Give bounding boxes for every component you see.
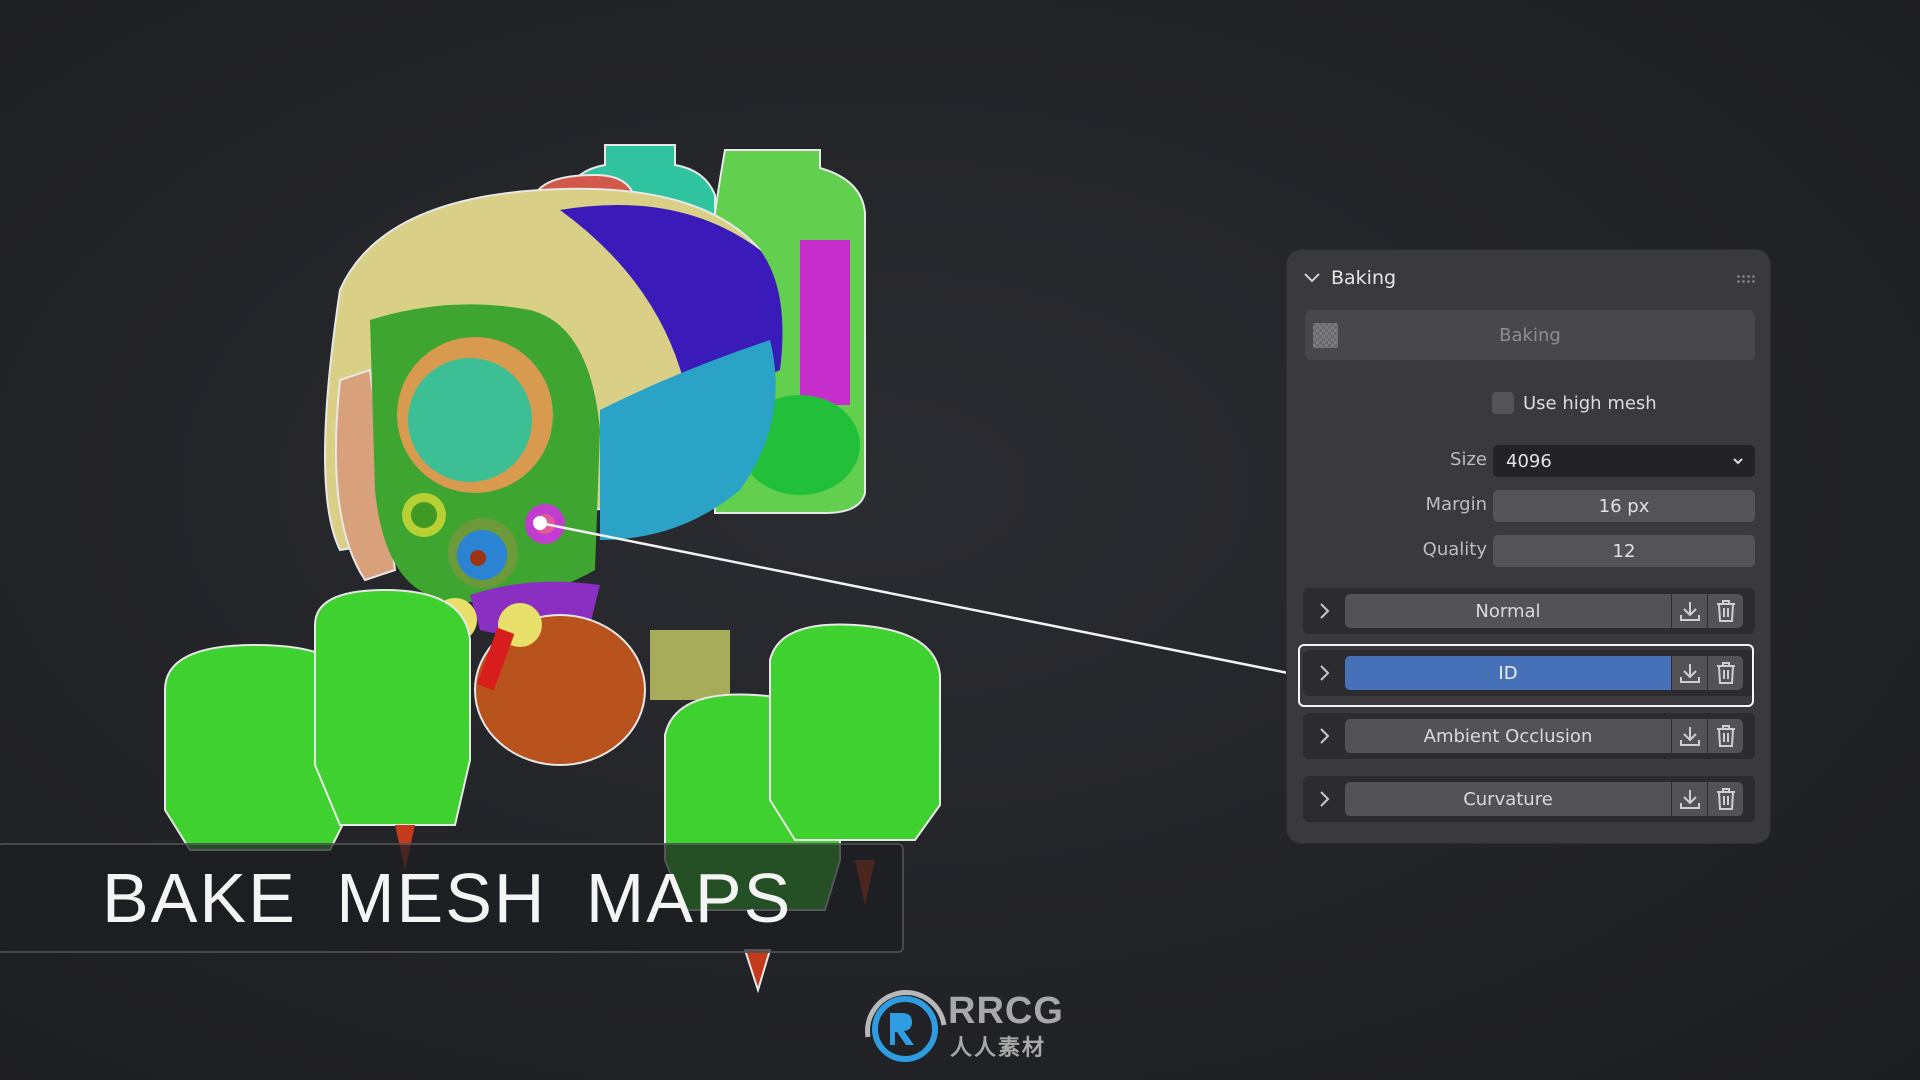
leg-back-right	[769, 623, 941, 841]
map-name-button[interactable]: Ambient Occlusion	[1345, 719, 1671, 753]
delete-button[interactable]	[1708, 719, 1743, 753]
map-name-label: Ambient Occlusion	[1423, 725, 1593, 747]
watermark-brand: RRCG	[948, 990, 1064, 1032]
download-icon	[1679, 790, 1700, 809]
chevron-right-icon[interactable]	[1315, 788, 1335, 810]
use-high-mesh-checkbox[interactable]	[1492, 392, 1514, 414]
size-value: 4096	[1506, 450, 1552, 472]
size-row: Size 4096	[1287, 445, 1770, 477]
use-high-mesh-row[interactable]: Use high mesh	[1492, 392, 1657, 414]
delete-button[interactable]	[1708, 782, 1743, 816]
size-select[interactable]: 4096	[1493, 445, 1755, 477]
panel-header[interactable]: Baking	[1301, 260, 1756, 296]
download-button[interactable]	[1672, 782, 1707, 816]
active-map-highlight	[1298, 644, 1754, 707]
drag-grip-icon[interactable]	[1736, 274, 1756, 284]
download-button[interactable]	[1672, 719, 1707, 753]
map-name-label: Curvature	[1463, 788, 1553, 810]
trash-icon	[1716, 788, 1735, 810]
quality-field[interactable]: 12	[1493, 535, 1755, 567]
download-icon	[1679, 602, 1700, 621]
delete-button[interactable]	[1708, 594, 1743, 628]
download-button[interactable]	[1672, 594, 1707, 628]
map-row-ambient-occlusion: Ambient Occlusion	[1303, 713, 1755, 759]
map-name-button[interactable]: Normal	[1345, 594, 1671, 628]
use-high-mesh-label: Use high mesh	[1523, 392, 1657, 414]
chevron-right-icon[interactable]	[1315, 725, 1335, 747]
chevron-down-icon[interactable]	[1301, 267, 1323, 289]
quality-value: 12	[1612, 540, 1636, 562]
map-row-curvature: Curvature	[1303, 776, 1755, 822]
title-text: BAKE MESH MAPS	[102, 859, 793, 937]
chevron-right-icon[interactable]	[1315, 600, 1335, 622]
panel-title: Baking	[1331, 267, 1397, 289]
bake-button[interactable]: Baking	[1305, 310, 1755, 360]
claw-2	[743, 949, 772, 994]
margin-row: Margin 16 px	[1287, 490, 1770, 522]
map-name-label: Normal	[1475, 600, 1541, 622]
margin-value: 16 px	[1598, 495, 1650, 517]
margin-field[interactable]: 16 px	[1493, 490, 1755, 522]
eye-lens	[408, 358, 532, 482]
quality-label: Quality	[1422, 539, 1487, 560]
checker-texture-icon	[1313, 323, 1338, 348]
baking-panel: Baking Baking Use high mesh Size 4096 Ma…	[1287, 250, 1770, 843]
size-label: Size	[1450, 449, 1487, 470]
download-icon	[1679, 727, 1700, 746]
margin-label: Margin	[1425, 494, 1487, 515]
quality-row: Quality 12	[1287, 535, 1770, 567]
map-name-button[interactable]: Curvature	[1345, 782, 1671, 816]
leg-back-left	[314, 588, 471, 826]
watermark-subtitle: 人人素材	[950, 1036, 1047, 1061]
chevron-down-icon	[1733, 458, 1743, 465]
bake-button-label: Baking	[1499, 324, 1561, 346]
map-row-normal: Normal	[1303, 588, 1755, 634]
trash-icon	[1716, 725, 1735, 747]
trash-icon	[1716, 600, 1735, 622]
tank-magenta	[800, 240, 850, 405]
callout-dot-start	[533, 516, 547, 530]
